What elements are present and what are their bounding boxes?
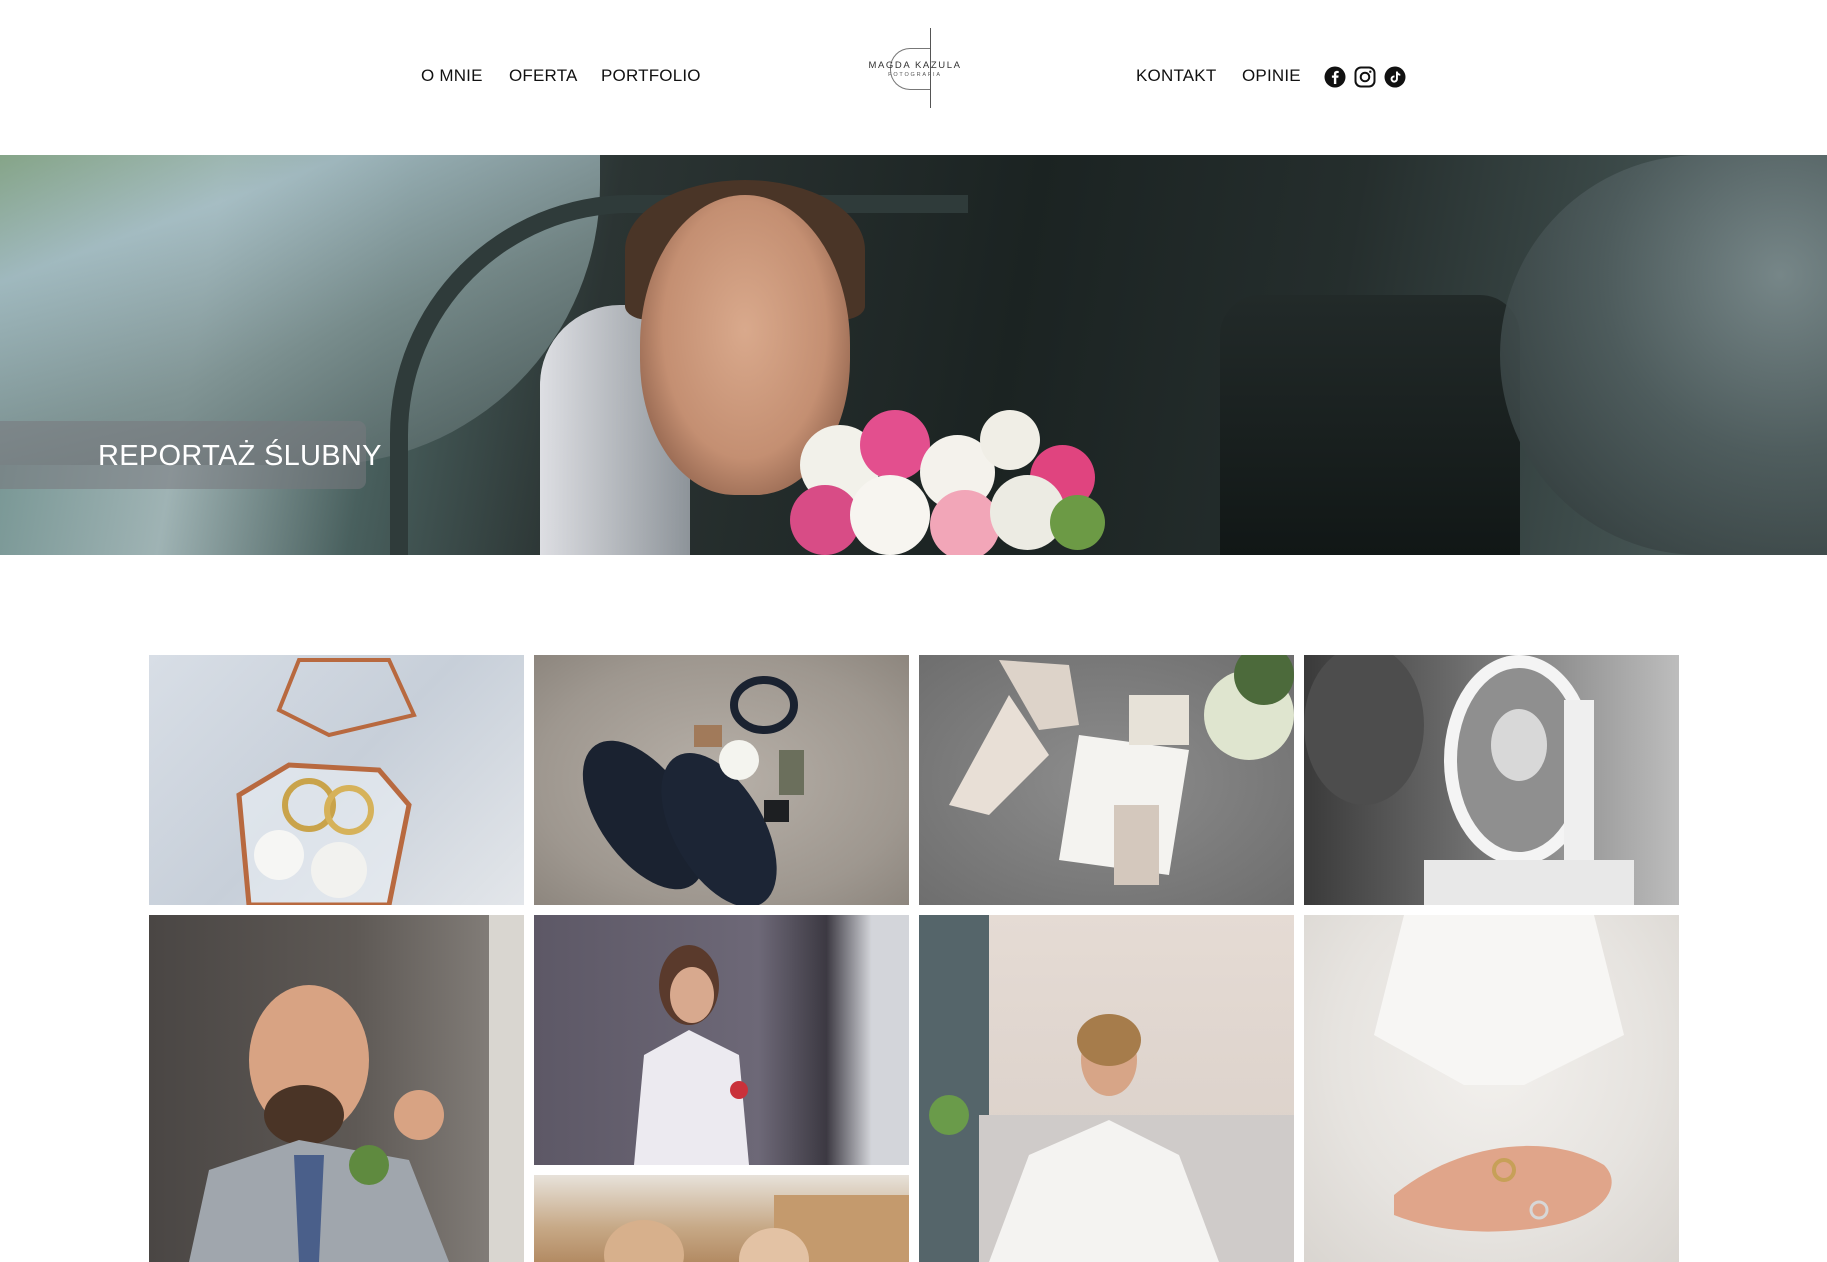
nav-o-mnie[interactable]: O MNIE [421, 66, 483, 86]
site-logo[interactable]: MAGDA KAZULA FOTOGRAFIA [858, 28, 968, 108]
hero-car-seat [1220, 295, 1520, 555]
gallery-image-bride-perfume[interactable] [534, 915, 909, 1165]
gallery-image-bride-shoes-on[interactable] [919, 915, 1294, 1262]
tiktok-icon[interactable] [1384, 66, 1406, 88]
hero-title: REPORTAŻ ŚLUBNY [98, 440, 382, 472]
gallery-image-groom-shoes[interactable] [534, 655, 909, 905]
hero-foreground-blur [1500, 155, 1827, 555]
gallery-image-bride-mirror[interactable] [1304, 655, 1679, 905]
facebook-icon[interactable] [1324, 66, 1346, 88]
nav-opinie[interactable]: OPINIE [1242, 66, 1301, 86]
nav-portfolio[interactable]: PORTFOLIO [601, 66, 701, 86]
nav-kontakt[interactable]: KONTAKT [1136, 66, 1216, 86]
gallery-image-groom[interactable] [149, 915, 524, 1262]
gallery-image-groom-ready[interactable] [534, 1175, 909, 1262]
hero-banner: REPORTAŻ ŚLUBNY [0, 155, 1827, 555]
gallery-image-bride-shoes[interactable] [919, 655, 1294, 905]
nav-oferta[interactable]: OFERTA [509, 66, 578, 86]
instagram-icon[interactable] [1354, 66, 1376, 88]
gallery-image-rings[interactable] [149, 655, 524, 905]
gallery-image-ring-hand[interactable] [1304, 915, 1679, 1262]
logo-name: MAGDA KAZULA [868, 60, 962, 71]
site-header: O MNIE OFERTA PORTFOLIO MAGDA KAZULA FOT… [0, 0, 1827, 155]
logo-subtitle: FOTOGRAFIA [888, 72, 942, 78]
